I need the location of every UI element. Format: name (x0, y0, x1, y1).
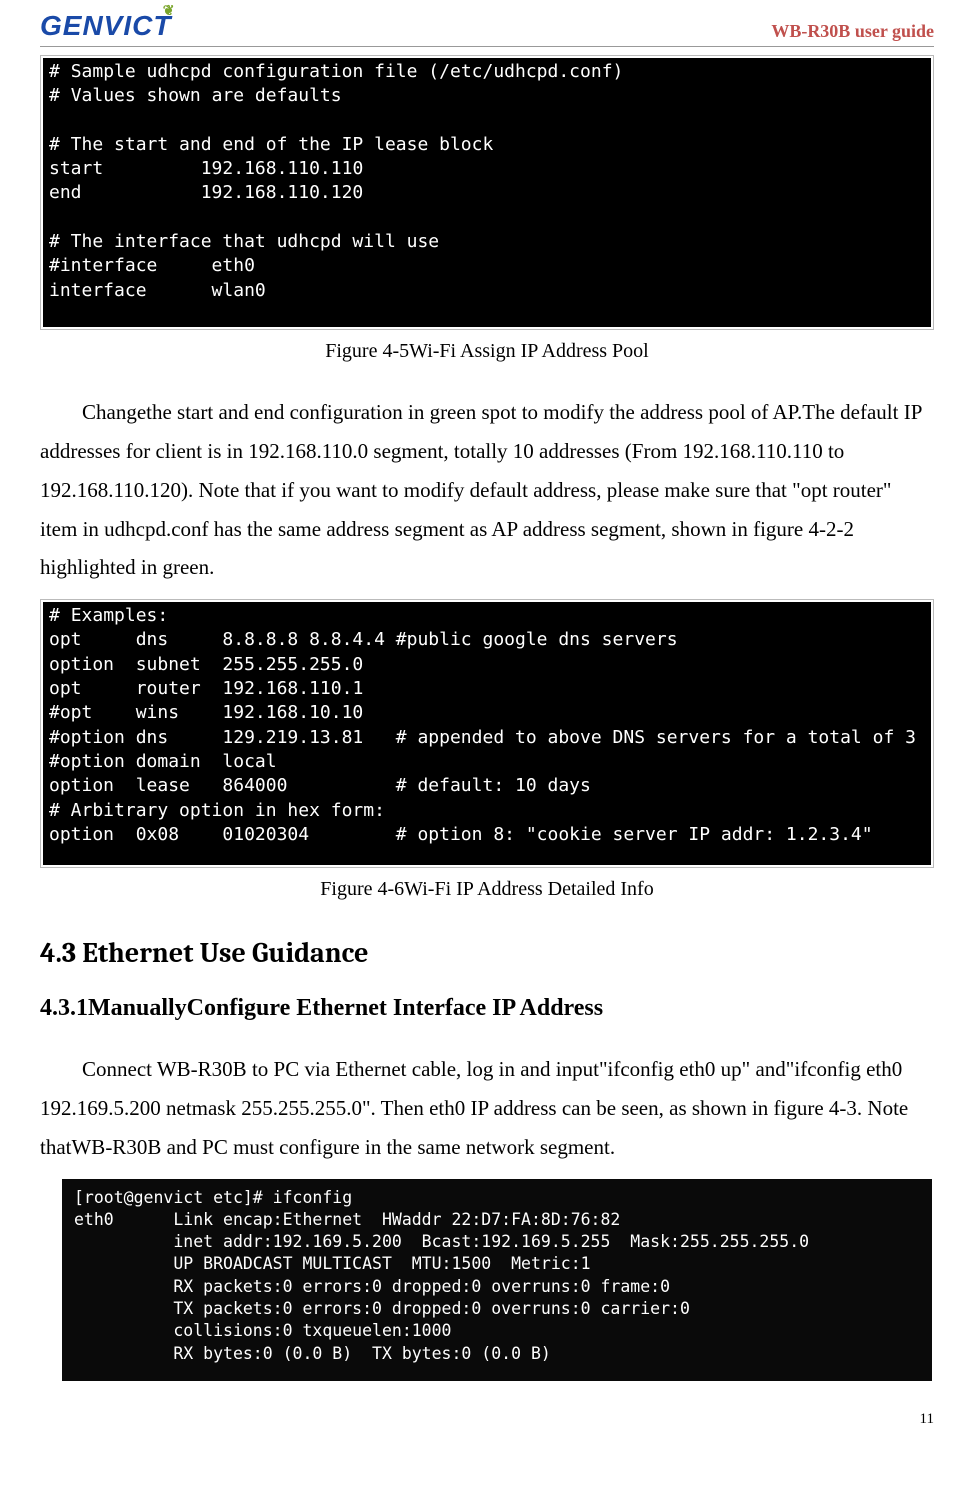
para1-text: Changethe start and end configuration in… (40, 400, 922, 579)
terminal-1-content: # Sample udhcpd configuration file (/etc… (43, 58, 931, 327)
terminal-screenshot-2: # Examples: opt dns 8.8.8.8 8.8.4.4 #pub… (40, 599, 934, 868)
t3-l4: UP BROADCAST MULTICAST MTU:1500 Metric:1 (74, 1254, 591, 1273)
t2-l1: Examples: (71, 605, 169, 626)
hash: # (49, 85, 71, 106)
figure-caption-1: Figure 4-5Wi-Fi Assign IP Address Pool (40, 340, 934, 363)
subsection-heading: 4.3.1ManuallyConfigure Ethernet Interfac… (40, 995, 934, 1022)
t2-l6: #option dns 129.219.13.81 # appended to … (49, 727, 916, 748)
t2-l9: # Arbitrary option in hex form: (49, 800, 385, 821)
t2-l2c: #public google dns servers (396, 629, 678, 650)
section-heading: 4.3 Ethernet Use Guidance (40, 937, 934, 969)
para2-text: Connect WB-R30B to PC via Ethernet cable… (40, 1057, 908, 1159)
t3-l8: RX bytes:0 (0.0 B) TX bytes:0 (0.0 B) (74, 1344, 551, 1363)
terminal-2-content: # Examples: opt dns 8.8.8.8 8.8.4.4 #pub… (43, 602, 931, 865)
t2-l4-hl: o (49, 678, 60, 699)
terminal-screenshot-3: [root@genvict etc]# ifconfig eth0 Link e… (62, 1179, 932, 1381)
logo: GENVICT❦ (40, 10, 171, 42)
paragraph-2: Connect WB-R30B to PC via Ethernet cable… (40, 1050, 934, 1167)
t1-l5: end 192.168.110.120 (49, 182, 363, 203)
t1-l8: interface wlan0 (49, 280, 266, 301)
logo-text: GENVICT (40, 10, 171, 41)
t2-l2: opt dns 8.8.8.8 8.8.4.4 (49, 629, 396, 650)
t1-l1: Sample udhcpd configuration file (/etc/u… (71, 61, 624, 82)
logo-leaf-icon: ❦ (163, 2, 176, 19)
guide-title: WB-R30B user guide (771, 21, 934, 42)
t3-l5: RX packets:0 errors:0 dropped:0 overruns… (74, 1277, 670, 1296)
t2-l3: option subnet 255.255.255.0 (49, 654, 363, 675)
t1-l7: #interface eth0 (49, 255, 255, 276)
t3-l6: TX packets:0 errors:0 dropped:0 overruns… (74, 1299, 690, 1318)
t3-l2: eth0 Link encap:Ethernet HWaddr 22:D7:FA… (74, 1210, 620, 1229)
terminal-screenshot-1: # Sample udhcpd configuration file (/etc… (40, 55, 934, 330)
t3-l3: inet addr:192.169.5.200 Bcast:192.169.5.… (74, 1232, 809, 1251)
t1-l2: Values shown are defaults (71, 85, 342, 106)
t1-l6: # The interface that udhcpd will use (49, 231, 439, 252)
t2-l4: pt router 192.168.110.1 (60, 678, 363, 699)
t3-l1: [root@genvict etc]# ifconfig (74, 1188, 352, 1207)
t1-l4: tart 192.168.110.110 (60, 158, 363, 179)
page-number: 11 (40, 1411, 934, 1428)
t2-l5: #opt wins 192.168.10.10 (49, 702, 363, 723)
hash: # (49, 61, 71, 82)
figure-caption-2: Figure 4-6Wi-Fi IP Address Detailed Info (40, 878, 934, 901)
t2-l8: option lease 864000 # default: 10 days (49, 775, 591, 796)
hash: # (49, 605, 71, 626)
t2-l7: #option domain local (49, 751, 277, 772)
t1-l4-hl: s (49, 158, 60, 179)
t1-l3: # The start and end of the IP lease bloc… (49, 134, 493, 155)
paragraph-1: Changethe start and end configuration in… (40, 393, 934, 587)
page-header: GENVICT❦ WB-R30B user guide (40, 10, 934, 47)
t2-l10: option 0x08 01020304 # option 8: "cookie… (49, 824, 873, 845)
t3-l7: collisions:0 txqueuelen:1000 (74, 1321, 452, 1340)
